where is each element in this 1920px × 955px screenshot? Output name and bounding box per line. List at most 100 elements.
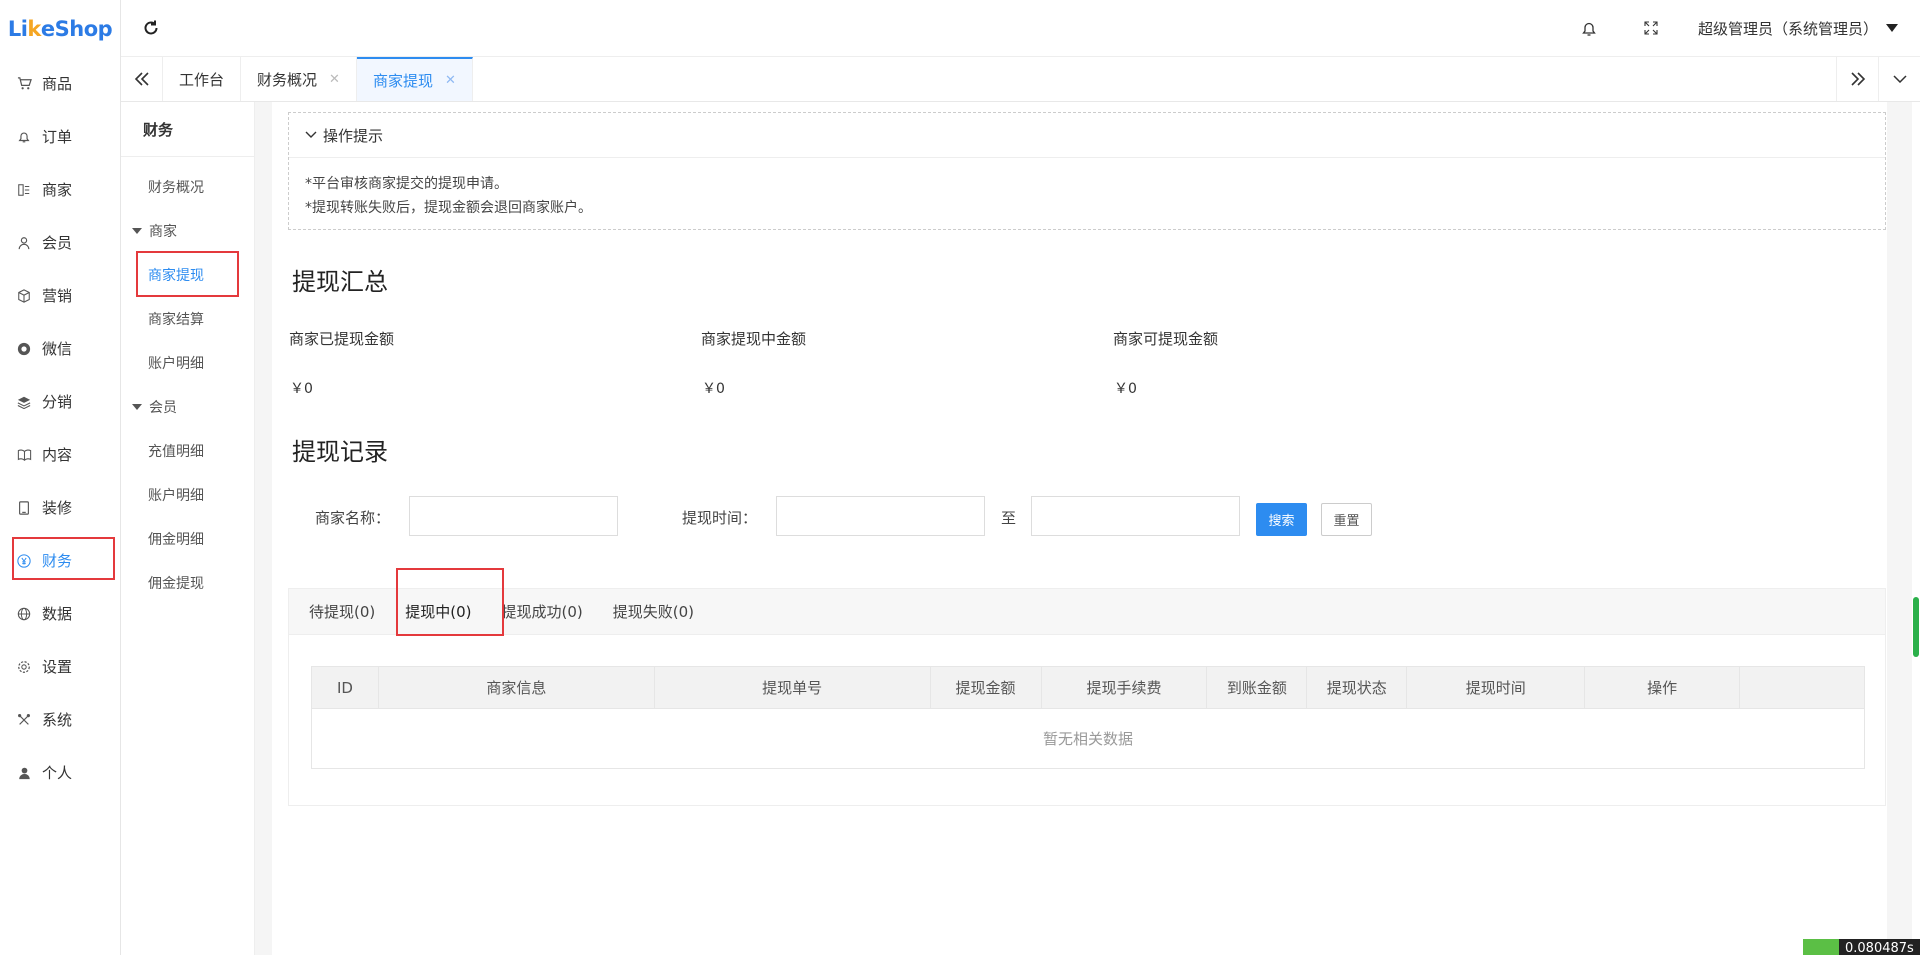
tab-finance-overview[interactable]: 财务概况 ✕ bbox=[241, 57, 357, 101]
tips-header[interactable]: 操作提示 bbox=[289, 113, 1885, 158]
sidebar-item-settings[interactable]: 设置 bbox=[0, 640, 120, 693]
column-header-merchant-info: 商家信息 bbox=[377, 666, 655, 709]
debug-widget-text: 0.080487s bbox=[1839, 939, 1920, 955]
sidebar-item-personal[interactable]: 个人 bbox=[0, 746, 120, 799]
subnav-item-member-account-detail[interactable]: 账户明细 bbox=[121, 473, 254, 517]
subnav-item-merchant-account-detail[interactable]: 账户明细 bbox=[121, 341, 254, 385]
chevron-down-icon bbox=[1892, 75, 1907, 83]
logo-text-3: eShop bbox=[40, 16, 113, 41]
caret-down-icon[interactable] bbox=[1886, 24, 1898, 32]
summary-value: ￥0 bbox=[1114, 381, 1137, 397]
notification-button[interactable] bbox=[1558, 20, 1620, 37]
tools-icon bbox=[16, 712, 32, 728]
sidebar-item-label: 分销 bbox=[42, 393, 73, 411]
tabs-scroll-left-button[interactable] bbox=[121, 57, 163, 101]
page-scrollbar[interactable] bbox=[1912, 102, 1920, 955]
subnav-item-recharge-detail[interactable]: 充值明细 bbox=[121, 429, 254, 473]
caret-down-icon bbox=[132, 228, 142, 234]
withdraw-time-label: 提现时间： bbox=[682, 509, 758, 527]
sidebar-item-wechat[interactable]: 微信 bbox=[0, 322, 120, 375]
sidebar-item-system[interactable]: 系统 bbox=[0, 693, 120, 746]
table-row: 暂无相关数据 bbox=[311, 708, 1865, 769]
sidebar-item-marketing[interactable]: 营销 bbox=[0, 269, 120, 322]
end-date-input[interactable] bbox=[1031, 496, 1240, 536]
tabs-bar: 工作台 财务概况 ✕ 商家提现 ✕ bbox=[121, 57, 1920, 102]
status-tabs: 待提现(0) 提现中(0) 提现成功(0) 提现失败(0) bbox=[289, 589, 1885, 635]
fullscreen-button[interactable] bbox=[1620, 21, 1682, 35]
wechat-icon bbox=[16, 341, 32, 357]
tips-panel: 操作提示 *平台审核商家提交的提现申请。 *提现转账失败后，提现金额会退回商家账… bbox=[288, 112, 1886, 230]
date-range-separator: 至 bbox=[1001, 509, 1017, 527]
tab-success[interactable]: 提现成功(0) bbox=[502, 601, 583, 622]
subnav-title: 财务 bbox=[121, 102, 254, 157]
tab-workbench[interactable]: 工作台 bbox=[163, 57, 242, 101]
tab-pending[interactable]: 待提现(0) bbox=[309, 601, 375, 622]
search-button[interactable]: 搜索 bbox=[1256, 503, 1307, 536]
merchant-name-label: 商家名称： bbox=[315, 509, 391, 527]
double-chevron-left-icon bbox=[134, 72, 149, 86]
subnav-item-commission-detail[interactable]: 佣金明细 bbox=[121, 517, 254, 561]
tabs-scroll-right-button[interactable] bbox=[1836, 57, 1878, 101]
sidebar-item-label: 商品 bbox=[42, 75, 73, 93]
subnav-item-finance-overview[interactable]: 财务概况 bbox=[121, 165, 254, 209]
sidebar-item-label: 个人 bbox=[42, 764, 73, 782]
column-header-blank bbox=[1739, 666, 1865, 709]
column-header-time: 提现时间 bbox=[1406, 666, 1586, 709]
fullscreen-icon bbox=[1644, 21, 1658, 35]
close-icon[interactable]: ✕ bbox=[329, 72, 340, 87]
column-header-amount: 提现金额 bbox=[929, 666, 1042, 709]
column-header-fee: 提现手续费 bbox=[1040, 666, 1208, 709]
scrollbar-thumb[interactable] bbox=[1913, 597, 1919, 657]
sidebar-item-label: 营销 bbox=[42, 287, 73, 305]
sidebar-item-decoration[interactable]: 装修 bbox=[0, 481, 120, 534]
highlight-frame bbox=[12, 537, 115, 580]
subnav-group-label: 会员 bbox=[149, 400, 177, 416]
sidebar-item-members[interactable]: 会员 bbox=[0, 216, 120, 269]
sidebar-item-goods[interactable]: 商品 bbox=[0, 57, 120, 110]
bell-icon bbox=[16, 129, 32, 145]
cart-icon bbox=[16, 76, 32, 92]
logo[interactable]: Li k eShop bbox=[0, 0, 120, 57]
gear-icon bbox=[16, 659, 32, 675]
store-icon bbox=[16, 182, 32, 198]
sidebar-item-distribution[interactable]: 分销 bbox=[0, 375, 120, 428]
start-date-input[interactable] bbox=[776, 496, 985, 536]
summary-value: ￥0 bbox=[290, 381, 313, 397]
subnav-item-merchant-settlement[interactable]: 商家结算 bbox=[121, 297, 254, 341]
layers-icon bbox=[16, 394, 32, 410]
person-icon bbox=[16, 765, 32, 781]
sidebar-item-label: 微信 bbox=[42, 340, 73, 358]
sidebar-item-orders[interactable]: 订单 bbox=[0, 110, 120, 163]
sidebar-item-merchants[interactable]: 商家 bbox=[0, 163, 120, 216]
subnav-group-merchant[interactable]: 商家 bbox=[121, 209, 254, 253]
tips-body: *平台审核商家提交的提现申请。 *提现转账失败后，提现金额会退回商家账户。 bbox=[289, 158, 1885, 220]
sidebar-item-label: 内容 bbox=[42, 446, 73, 464]
sidebar-item-label: 会员 bbox=[42, 234, 73, 252]
column-header-status: 提现状态 bbox=[1306, 666, 1408, 709]
sidebar-item-label: 订单 bbox=[42, 128, 73, 146]
logo-text-2: k bbox=[27, 16, 41, 41]
subnav-group-member[interactable]: 会员 bbox=[121, 385, 254, 429]
summary-title: 提现汇总 bbox=[292, 268, 388, 296]
reset-button[interactable]: 重置 bbox=[1321, 503, 1372, 536]
highlight-frame bbox=[136, 251, 239, 297]
tab-label: 财务概况 bbox=[257, 70, 318, 89]
column-header-actions: 操作 bbox=[1584, 666, 1741, 709]
refresh-button[interactable] bbox=[121, 19, 181, 37]
tabs-menu-button[interactable] bbox=[1878, 57, 1920, 101]
sidebar-item-label: 商家 bbox=[42, 181, 73, 199]
sidebar-item-content[interactable]: 内容 bbox=[0, 428, 120, 481]
sidebar-item-data[interactable]: 数据 bbox=[0, 587, 120, 640]
summary-value: ￥0 bbox=[702, 381, 725, 397]
tab-failed[interactable]: 提现失败(0) bbox=[613, 601, 694, 622]
tip-line: *平台审核商家提交的提现申请。 bbox=[305, 176, 508, 192]
close-icon[interactable]: ✕ bbox=[445, 73, 456, 88]
tips-title: 操作提示 bbox=[323, 126, 384, 145]
subnav-item-commission-withdrawal[interactable]: 佣金提现 bbox=[121, 561, 254, 605]
tab-merchant-withdrawal[interactable]: 商家提现 ✕ bbox=[356, 57, 473, 101]
debug-widget[interactable]: 0.080487s bbox=[1803, 939, 1920, 955]
user-name[interactable]: 超级管理员（系统管理员） bbox=[1698, 18, 1878, 39]
merchant-name-input[interactable] bbox=[409, 496, 618, 536]
tablet-icon bbox=[16, 500, 32, 516]
summary-label: 商家提现中金额 bbox=[701, 330, 807, 348]
